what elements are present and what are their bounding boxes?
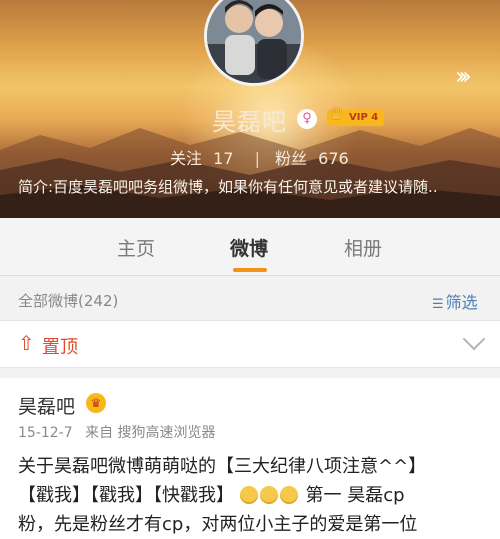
weibo-count: 全部微博(242): [18, 292, 119, 310]
forward-chevrons-icon[interactable]: ›››: [455, 62, 472, 90]
post-body[interactable]: 关于昊磊吧微博萌萌哒的【三大纪律八项注意^^】 【戳我】【戳我】【快戳我】 第一…: [18, 452, 488, 539]
vip-badge[interactable]: ♛ VIP 4: [327, 106, 385, 126]
filter-bar: 全部微博(242) ☰ 筛选: [0, 276, 500, 321]
pin-top-icon: ⇧: [18, 331, 35, 355]
tab-home[interactable]: 主页: [117, 234, 155, 261]
following-count[interactable]: 17: [213, 149, 233, 168]
post-line-1: 关于昊磊吧微博萌萌哒的【三大纪律八项注意^^】: [18, 456, 427, 477]
profile-banner: ››› 昊磊吧 ♀ ♛ VIP 4 关注 17 | 粉丝 676 简介:百度昊磊…: [0, 0, 500, 218]
crown-icon: ♛: [329, 104, 344, 123]
post-line-2-text: 第一 昊磊cp: [305, 485, 405, 506]
vip-label: VIP 4: [349, 112, 379, 123]
emoji-icon: [279, 486, 298, 504]
filter-button[interactable]: ☰ 筛选: [432, 289, 478, 313]
tab-album[interactable]: 相册: [344, 234, 382, 261]
followers-count[interactable]: 676: [318, 149, 349, 168]
section-gap: [0, 368, 500, 378]
post-date: 15-12-7: [18, 425, 73, 441]
filter-label: 筛选: [445, 293, 478, 312]
stats-divider: |: [254, 149, 260, 168]
crown-badge-icon: ♛: [86, 393, 106, 413]
pinned-section[interactable]: ⇧ 置顶: [0, 321, 500, 368]
profile-intro[interactable]: 简介:百度昊磊吧吧务组微博，如果你有任何意见或者建议请随..: [18, 176, 438, 197]
post-author[interactable]: 昊磊吧: [18, 392, 75, 419]
tab-weibo[interactable]: 微博: [230, 234, 268, 261]
pinned-label: 置顶: [42, 337, 78, 358]
filter-icon: ☰: [432, 297, 444, 312]
post-line-3: 粉，先是粉丝才有cp，对两位小主子的爱是第一位: [18, 514, 418, 535]
chevron-down-icon[interactable]: [462, 327, 486, 351]
profile-name-row: 昊磊吧 ♀ ♛ VIP 4: [0, 102, 500, 136]
avatar-photo: [207, 0, 301, 83]
active-tab-indicator: [233, 268, 267, 272]
emoji-icon: [259, 486, 278, 504]
post-line-2-links[interactable]: 【戳我】【戳我】【快戳我】: [18, 485, 234, 506]
female-icon: ♀: [297, 109, 317, 129]
weibo-post[interactable]: 昊磊吧 ♛ 15-12-7 来自 搜狗高速浏览器 关于昊磊吧微博萌萌哒的【三大纪…: [0, 378, 500, 535]
post-line-2: 【戳我】【戳我】【快戳我】 第一 昊磊cp: [18, 481, 488, 510]
profile-tabs: 主页 微博 相册: [0, 218, 500, 276]
profile-name: 昊磊吧: [212, 108, 287, 136]
emoji-icon: [239, 486, 258, 504]
profile-stats: 关注 17 | 粉丝 676: [170, 145, 355, 169]
post-meta: 15-12-7 来自 搜狗高速浏览器: [18, 422, 224, 442]
following-label[interactable]: 关注: [170, 149, 202, 168]
post-source: 来自 搜狗高速浏览器: [85, 425, 216, 441]
followers-label[interactable]: 粉丝: [275, 149, 307, 168]
